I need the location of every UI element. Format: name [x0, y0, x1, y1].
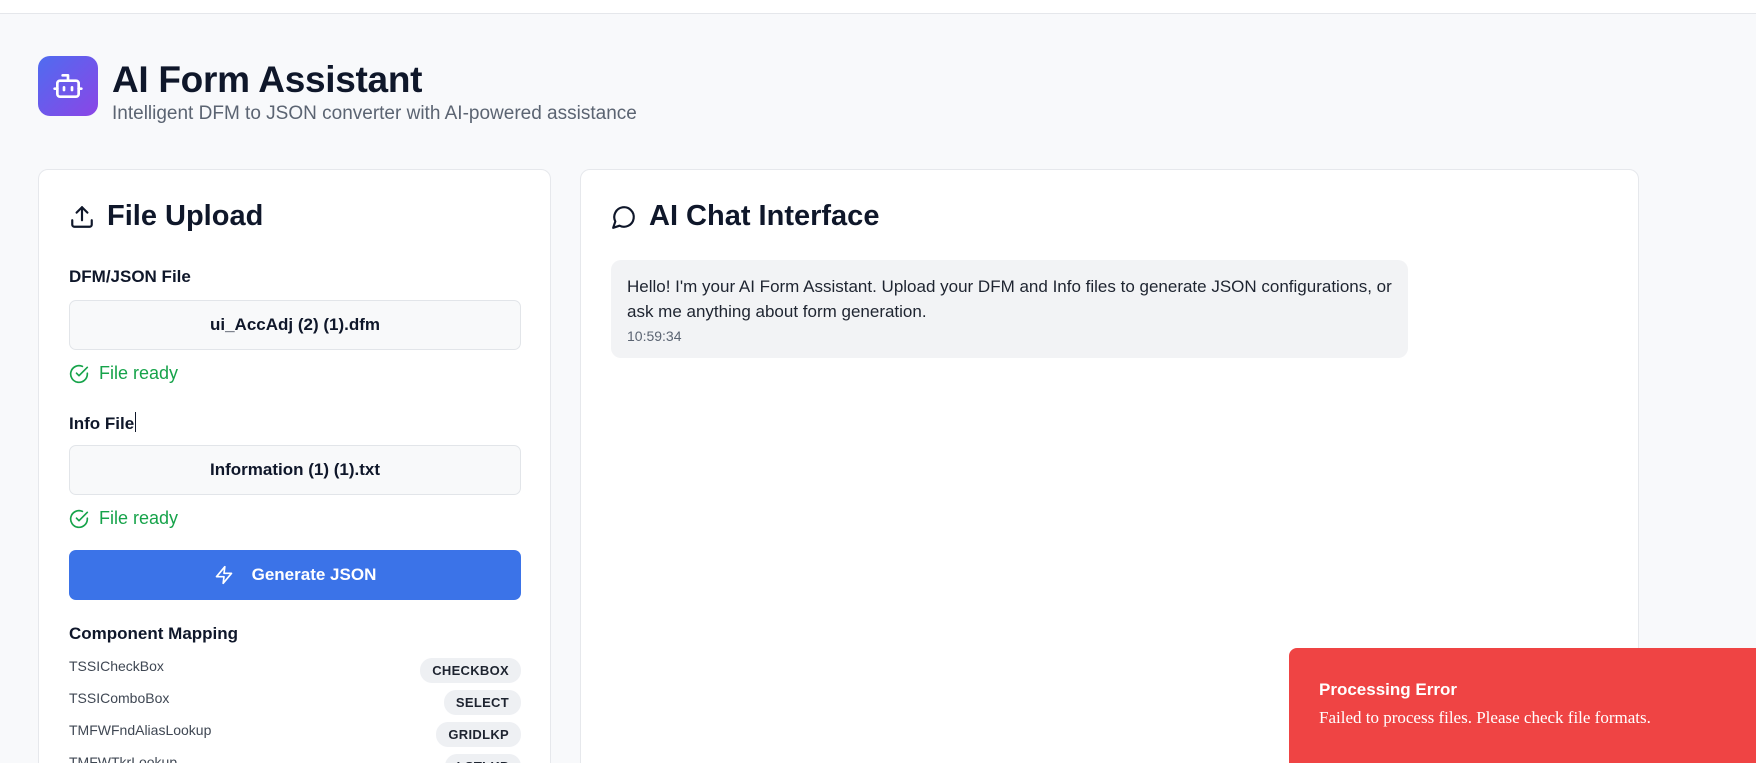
mapping-component-name: TMFWFndAliasLookup: [69, 722, 212, 738]
app-header: AI Form Assistant Intelligent DFM to JSO…: [38, 56, 637, 126]
ai-chat-heading: AI Chat Interface: [611, 200, 879, 233]
info-file-status-text: File ready: [99, 508, 179, 528]
generate-json-label: Generate JSON: [251, 565, 377, 584]
check-circle-icon: [69, 509, 89, 528]
error-toast[interactable]: Processing Error Failed to process files…: [1289, 648, 1756, 763]
message-circle-icon: [612, 205, 635, 229]
component-mapping-title: Component Mapping: [69, 624, 239, 643]
mapping-type-badge: LSTLKP: [444, 754, 521, 763]
top-bar: [0, 0, 1756, 14]
toast-title: Processing Error: [1319, 680, 1457, 699]
dfm-file-status-text: File ready: [99, 363, 179, 383]
app-title: AI Form Assistant: [112, 59, 423, 100]
mapping-type-badge: GRIDLKP: [436, 722, 521, 747]
assistant-message: Hello! I'm your AI Form Assistant. Uploa…: [611, 260, 1408, 358]
dfm-file-label: DFM/JSON File: [69, 267, 191, 286]
mapping-row: TMFWTkrLookup LSTLKP: [69, 751, 521, 763]
info-file-name: Information (1) (1).txt: [210, 460, 380, 479]
info-file-input[interactable]: Information (1) (1).txt: [69, 445, 521, 495]
lightning-icon: [215, 565, 232, 585]
robot-icon: [38, 56, 98, 116]
component-mapping-list: TSSICheckBox CHECKBOX TSSIComboBox SELEC…: [69, 655, 521, 763]
app-subtitle: Intelligent DFM to JSON converter with A…: [112, 103, 637, 124]
message-timestamp: 10:59:34: [627, 328, 682, 344]
mapping-row: TSSIComboBox SELECT: [69, 687, 521, 719]
mapping-row: TMFWFndAliasLookup GRIDLKP: [69, 719, 521, 751]
upload-icon: [71, 205, 93, 228]
dfm-file-status: File ready: [69, 363, 178, 384]
ai-chat-title: AI Chat Interface: [649, 200, 880, 232]
mapping-type-badge: CHECKBOX: [420, 658, 521, 683]
message-text: Hello! I'm your AI Form Assistant. Uploa…: [627, 277, 1392, 321]
check-circle-icon: [69, 364, 89, 383]
mapping-component-name: TMFWTkrLookup: [69, 754, 178, 763]
generate-json-button[interactable]: Generate JSON: [69, 550, 521, 600]
mapping-type-badge: SELECT: [443, 690, 521, 715]
mapping-row: TSSICheckBox CHECKBOX: [69, 655, 521, 687]
file-upload-card: File Upload DFM/JSON File ui_AccAdj (2) …: [38, 169, 551, 763]
mapping-component-name: TSSIComboBox: [69, 690, 170, 706]
dfm-file-name: ui_AccAdj (2) (1).dfm: [209, 315, 381, 334]
dfm-file-input[interactable]: ui_AccAdj (2) (1).dfm: [69, 300, 521, 350]
file-upload-heading: File Upload: [69, 200, 263, 233]
mapping-component-name: TSSICheckBox: [69, 658, 164, 674]
toast-message: Failed to process files. Please check fi…: [1319, 708, 1651, 727]
info-file-label: Info File: [69, 412, 137, 433]
info-file-status: File ready: [69, 508, 178, 529]
file-upload-title: File Upload: [107, 200, 264, 232]
